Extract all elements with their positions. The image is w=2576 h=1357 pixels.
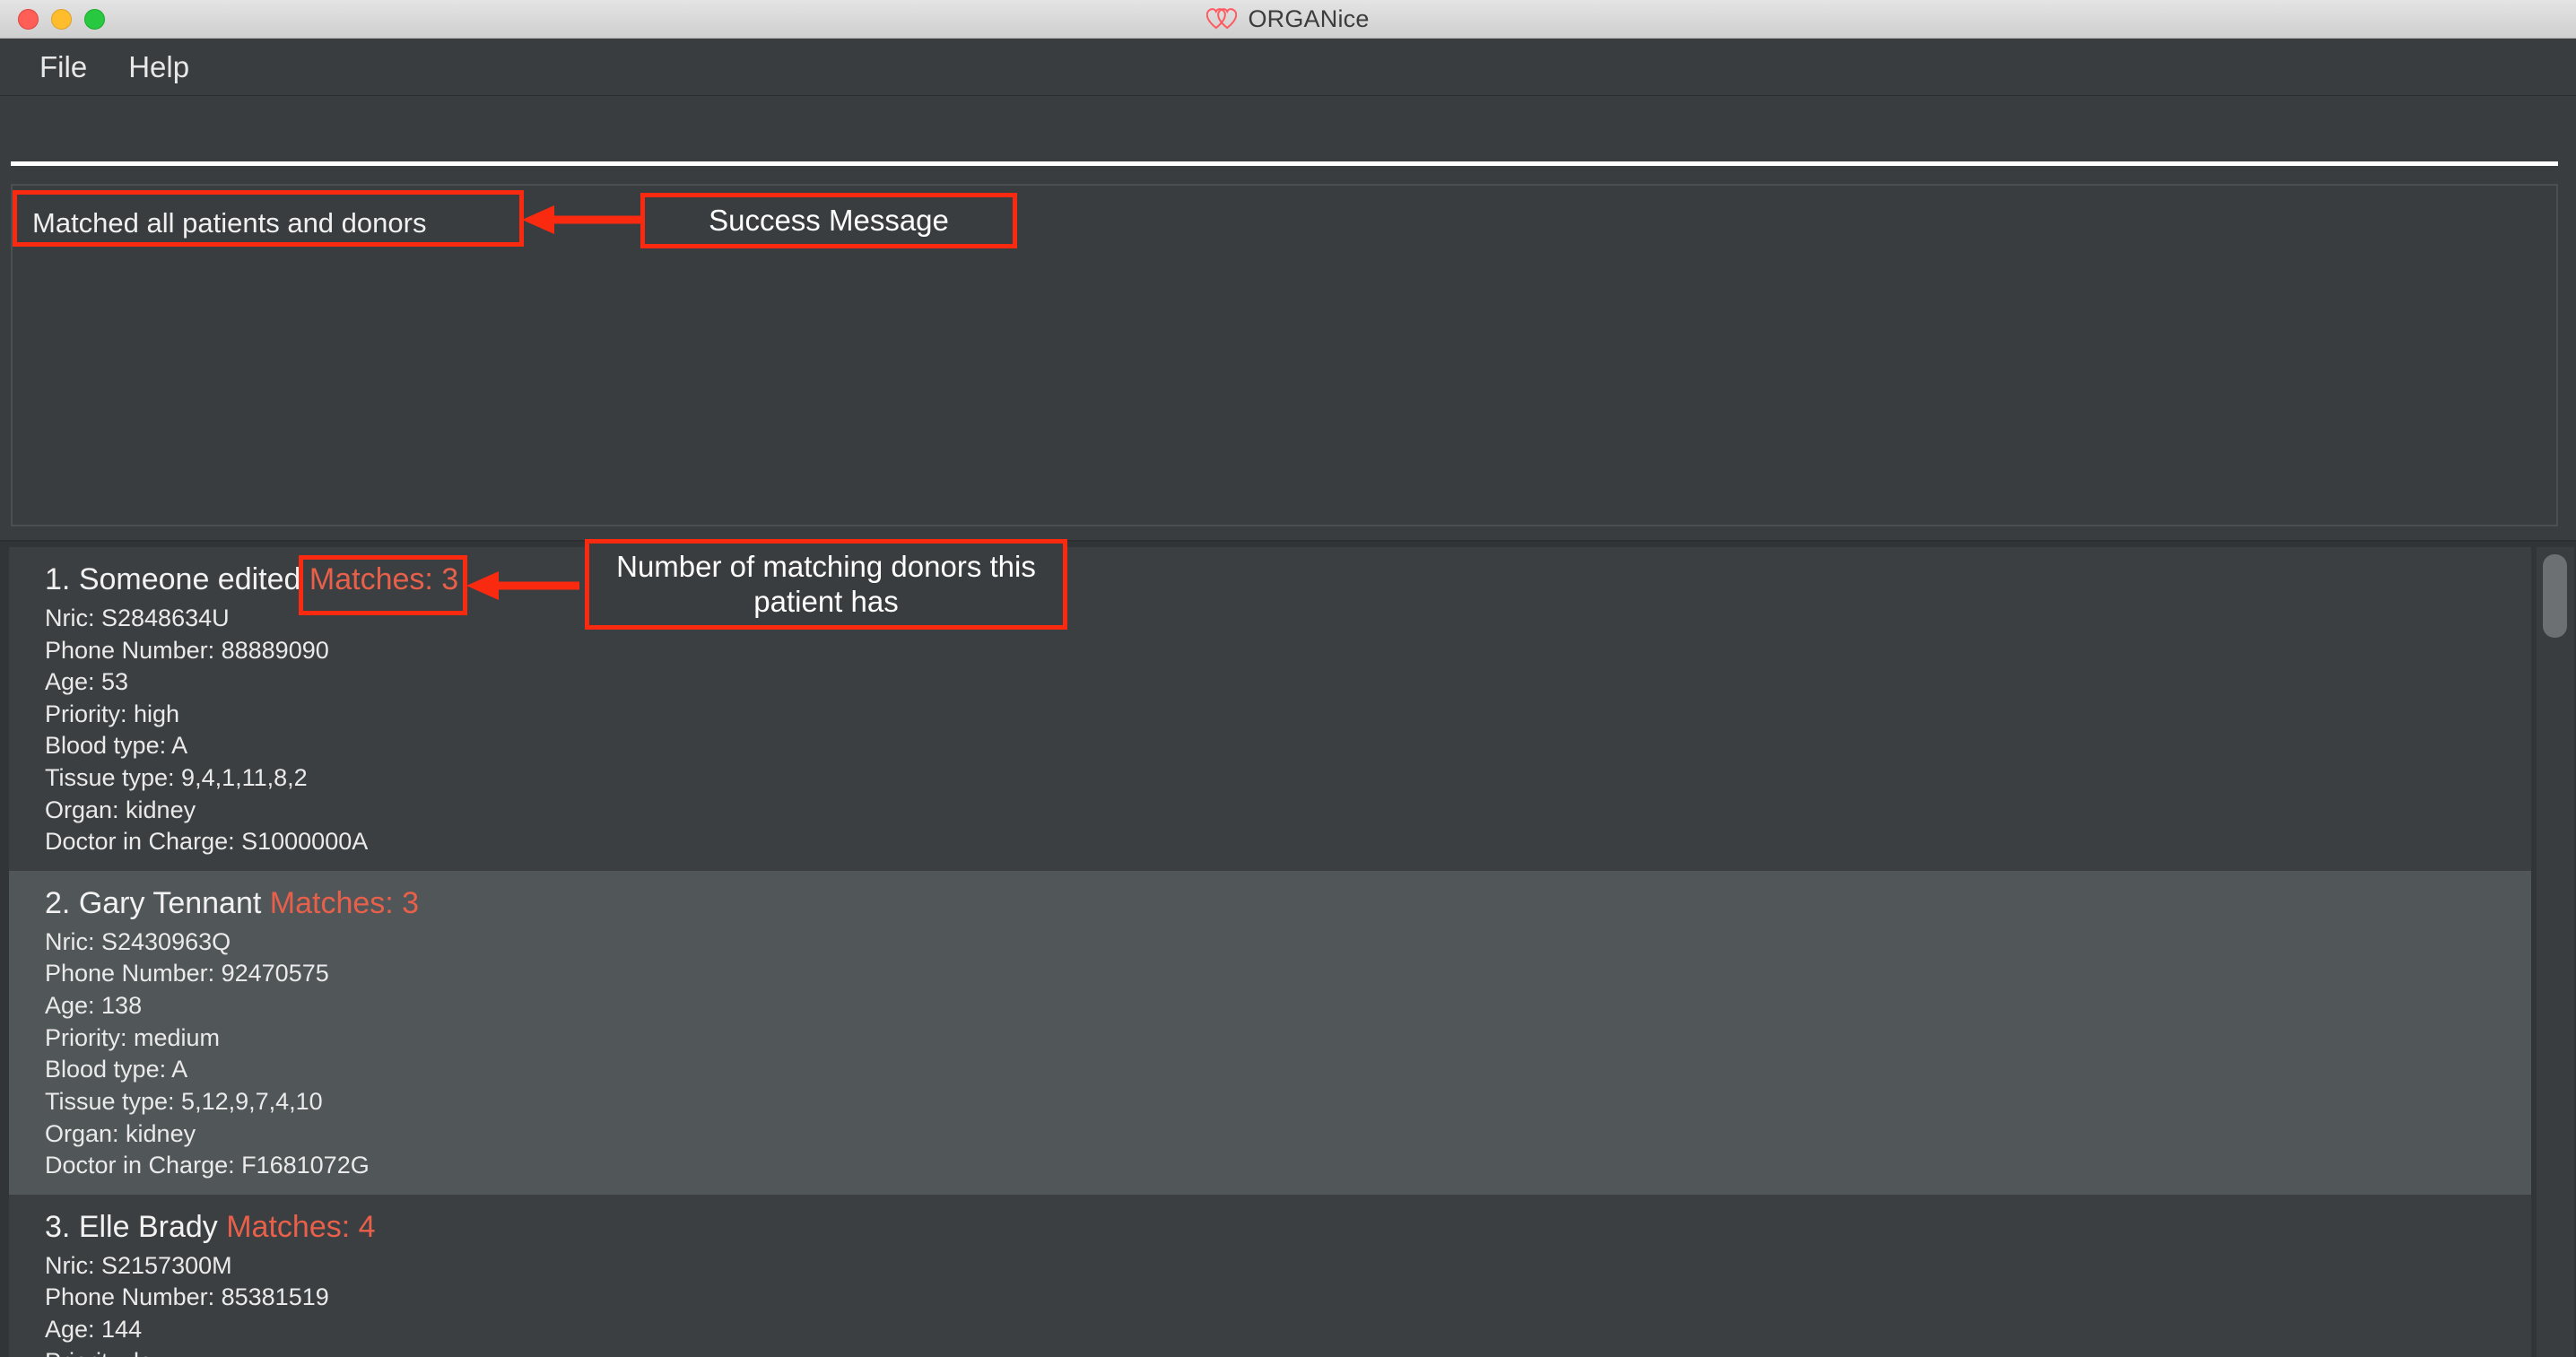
window-titlebar: ORGANice: [0, 0, 2576, 39]
person-name: Gary Tennant: [78, 885, 262, 920]
person-field-blood-type: Blood type: A: [45, 1056, 188, 1083]
command-input[interactable]: [11, 105, 2558, 161]
person-field-phone: Phone Number: 92470575: [45, 960, 329, 987]
person-index: 1.: [45, 562, 71, 596]
person-list: 1. Someone edited Matches: 3 Nric: S2848…: [9, 547, 2531, 1357]
person-field-age: Age: 53: [45, 668, 129, 696]
person-list-panel: 1. Someone edited Matches: 3 Nric: S2848…: [0, 540, 2576, 1357]
person-field-tissue-type: Tissue type: 9,4,1,11,8,2: [45, 764, 308, 791]
annotation-box-matches-count: [299, 555, 467, 615]
command-box[interactable]: [11, 105, 2558, 166]
list-item[interactable]: 3. Elle Brady Matches: 4 Nric: S2157300M…: [9, 1194, 2531, 1357]
maximize-window-button[interactable]: [84, 8, 105, 30]
menubar: File Help: [0, 39, 2576, 96]
person-field-doctor: Doctor in Charge: S1000000A: [45, 828, 369, 856]
window-title-text: ORGANice: [1248, 4, 1370, 32]
person-field-age: Age: 138: [45, 992, 143, 1019]
person-index: 2.: [45, 885, 71, 920]
annotation-arrow-success-message: [522, 205, 644, 234]
person-name: Someone edited: [78, 562, 301, 596]
window-title: ORGANice: [0, 5, 2576, 33]
minimize-window-button[interactable]: [51, 8, 72, 30]
person-field-organ: Organ: kidney: [45, 796, 196, 823]
command-area: [0, 96, 2576, 177]
person-field-priority: Priority: high: [45, 700, 180, 727]
person-list-scrollbar[interactable]: [2537, 547, 2574, 1357]
annotation-label-success-message: Success Message: [640, 193, 1017, 248]
person-index: 3.: [45, 1209, 71, 1244]
double-heart-icon: [1206, 7, 1238, 30]
person-matches-badge: Matches: 4: [226, 1209, 376, 1244]
menu-item-file[interactable]: File: [23, 47, 103, 88]
list-item[interactable]: 2. Gary Tennant Matches: 3 Nric: S243096…: [9, 870, 2531, 1195]
menu-item-help[interactable]: Help: [112, 47, 205, 88]
scrollbar-thumb[interactable]: [2543, 554, 2567, 638]
person-field-doctor: Doctor in Charge: F1681072G: [45, 1152, 370, 1179]
person-card-title: 2. Gary Tennant Matches: 3: [45, 883, 2531, 924]
person-field-age: Age: 144: [45, 1315, 143, 1343]
annotation-label-matches-count: Number of matching donors this patient h…: [585, 539, 1067, 630]
person-field-nric: Nric: S2157300M: [45, 1251, 232, 1279]
person-matches-badge: Matches: 3: [269, 885, 420, 920]
annotation-box-success-message: [13, 190, 524, 247]
person-field-blood-type: Blood type: A: [45, 732, 188, 760]
annotation-arrow-matches-count: [466, 571, 579, 600]
traffic-lights: [18, 8, 105, 30]
person-field-priority: Priority: low: [45, 1346, 2531, 1357]
person-field-nric: Nric: S2430963Q: [45, 927, 231, 955]
person-card-title: 3. Elle Brady Matches: 4: [45, 1207, 2531, 1248]
person-field-priority: Priority: medium: [45, 1023, 221, 1051]
person-field-organ: Organ: kidney: [45, 1119, 196, 1147]
person-field-tissue-type: Tissue type: 5,12,9,7,4,10: [45, 1087, 323, 1115]
person-field-phone: Phone Number: 85381519: [45, 1283, 329, 1311]
person-field-phone: Phone Number: 88889090: [45, 636, 329, 664]
close-window-button[interactable]: [18, 8, 39, 30]
person-name: Elle Brady: [78, 1209, 218, 1244]
